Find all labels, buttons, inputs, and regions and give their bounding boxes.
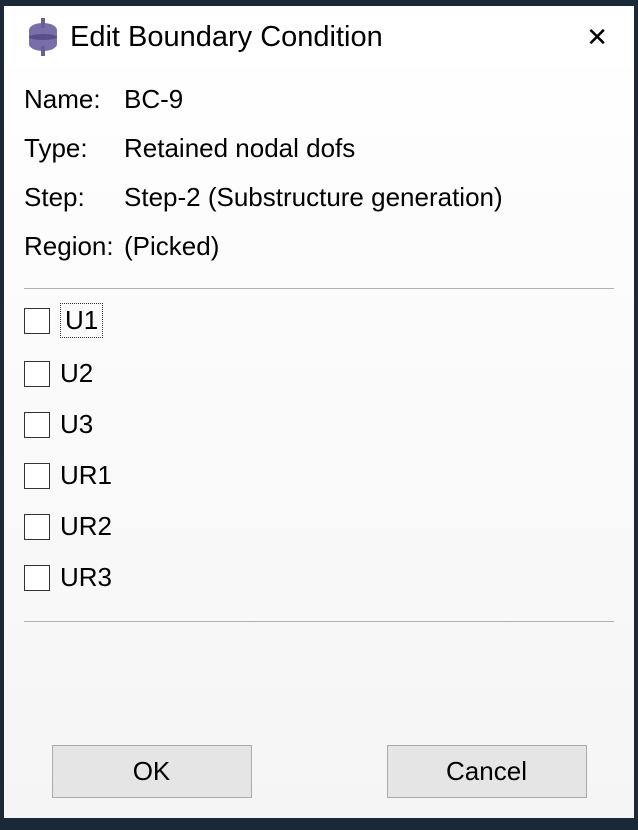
dof-row-ur2: UR2: [24, 511, 614, 542]
step-row: Step: Step-2 (Substructure generation): [24, 182, 614, 213]
button-row: OK Cancel: [4, 731, 634, 818]
name-value: BC-9: [124, 84, 614, 115]
step-value: Step-2 (Substructure generation): [124, 182, 614, 213]
titlebar: Edit Boundary Condition ✕: [4, 6, 634, 66]
checkbox-u1[interactable]: [24, 308, 50, 334]
checkbox-label-ur2[interactable]: UR2: [60, 511, 112, 542]
dof-row-ur3: UR3: [24, 562, 614, 593]
checkbox-label-ur1[interactable]: UR1: [60, 460, 112, 491]
dof-row-u1: U1: [24, 303, 614, 338]
checkbox-ur3[interactable]: [24, 565, 50, 591]
type-row: Type: Retained nodal dofs: [24, 133, 614, 164]
divider-top: [24, 288, 614, 289]
name-label: Name:: [24, 84, 124, 115]
checkbox-u2[interactable]: [24, 361, 50, 387]
checkbox-label-u2[interactable]: U2: [60, 358, 93, 389]
edit-boundary-dialog: Edit Boundary Condition ✕ Name: BC-9 Typ…: [4, 6, 634, 818]
checkbox-ur1[interactable]: [24, 463, 50, 489]
checkbox-label-ur3[interactable]: UR3: [60, 562, 112, 593]
divider-bottom: [24, 621, 614, 622]
dialog-title: Edit Boundary Condition: [70, 21, 578, 54]
checkbox-ur2[interactable]: [24, 514, 50, 540]
region-label: Region:: [24, 231, 124, 262]
region-value: (Picked): [124, 231, 614, 262]
dof-row-ur1: UR1: [24, 460, 614, 491]
step-label: Step:: [24, 182, 124, 213]
close-icon[interactable]: ✕: [578, 18, 616, 57]
type-label: Type:: [24, 133, 124, 164]
region-row: Region: (Picked): [24, 231, 614, 262]
dialog-content: Name: BC-9 Type: Retained nodal dofs Ste…: [4, 66, 634, 731]
app-icon: [22, 16, 64, 58]
checkbox-label-u1[interactable]: U1: [60, 303, 103, 338]
checkbox-label-u3[interactable]: U3: [60, 409, 93, 440]
dof-row-u3: U3: [24, 409, 614, 440]
cancel-button[interactable]: Cancel: [387, 745, 587, 798]
ok-button[interactable]: OK: [52, 745, 252, 798]
checkbox-u3[interactable]: [24, 412, 50, 438]
dof-row-u2: U2: [24, 358, 614, 389]
name-row: Name: BC-9: [24, 84, 614, 115]
type-value: Retained nodal dofs: [124, 133, 614, 164]
dof-list: U1 U2 U3 UR1 UR2 UR3: [24, 303, 614, 613]
